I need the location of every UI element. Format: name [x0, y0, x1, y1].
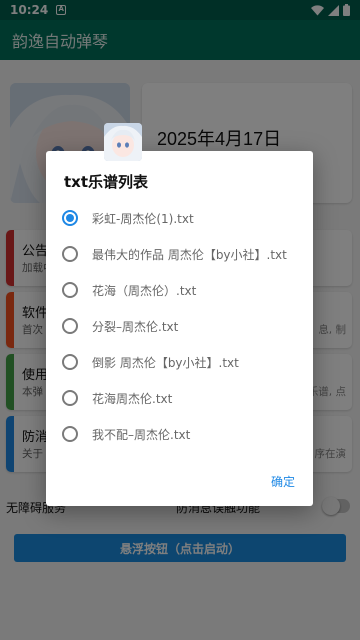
score-option[interactable]: 我不配–周杰伦.txt [62, 420, 302, 448]
score-option-label: 分裂–周杰伦.txt [92, 319, 179, 334]
dialog-title: txt乐谱列表 [64, 173, 149, 191]
score-option-label: 花海（周杰伦）.txt [92, 283, 197, 298]
navigation-bar [0, 606, 360, 640]
score-option[interactable]: 花海周杰伦.txt [62, 384, 302, 412]
score-list-dialog: txt乐谱列表 彩虹-周杰伦(1).txt 最伟大的作品 周杰伦【by小社】.t… [46, 151, 313, 506]
score-option-label: 花海周杰伦.txt [92, 391, 173, 406]
score-option[interactable]: 最伟大的作品 周杰伦【by小社】.txt [62, 240, 302, 268]
score-option-label: 彩虹-周杰伦(1).txt [92, 211, 194, 226]
ok-button[interactable]: 确定 [271, 473, 295, 490]
score-option[interactable]: 倒影 周杰伦【by小社】.txt [62, 348, 302, 376]
radio-icon[interactable] [62, 390, 78, 406]
score-option[interactable]: 花海（周杰伦）.txt [62, 276, 302, 304]
score-option-label: 我不配–周杰伦.txt [92, 427, 191, 442]
score-option-label: 倒影 周杰伦【by小社】.txt [92, 355, 239, 370]
score-option-label: 最伟大的作品 周杰伦【by小社】.txt [92, 247, 287, 262]
score-option[interactable]: 分裂–周杰伦.txt [62, 312, 302, 340]
score-option[interactable]: 彩虹-周杰伦(1).txt [62, 204, 302, 232]
radio-icon[interactable] [62, 354, 78, 370]
radio-icon[interactable] [62, 426, 78, 442]
radio-icon[interactable] [62, 246, 78, 262]
radio-icon[interactable] [62, 282, 78, 298]
radio-checked-icon[interactable] [62, 210, 78, 226]
avatar-image [104, 123, 142, 161]
radio-icon[interactable] [62, 318, 78, 334]
